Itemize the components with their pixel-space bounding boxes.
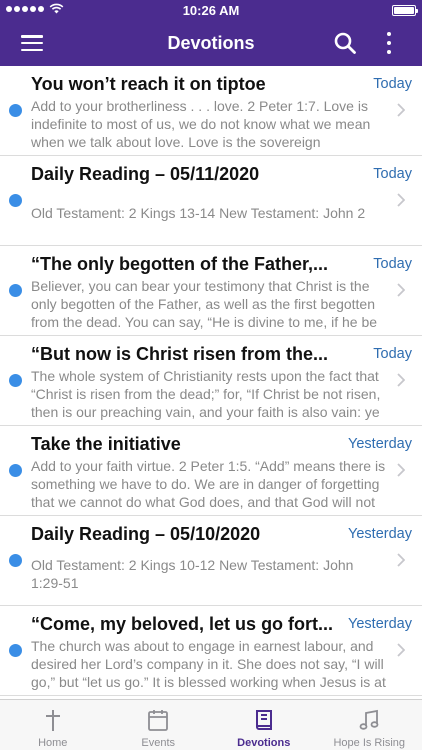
tab-bar: Home Events Devotions Hope Is Rising xyxy=(0,699,422,750)
chevron-right-icon xyxy=(397,193,405,207)
list-item[interactable]: Take the initiative Yesterday Add to you… xyxy=(0,426,422,516)
chevron-right-icon xyxy=(397,553,405,567)
nav-bar: Devotions xyxy=(0,20,422,66)
status-bar: 10:26 AM xyxy=(0,0,422,20)
tab-label: Devotions xyxy=(237,737,291,749)
chevron-right-icon xyxy=(397,643,405,657)
item-title: Daily Reading – 05/11/2020 xyxy=(31,164,260,184)
battery-icon xyxy=(392,5,418,16)
item-excerpt: Old Testament: 2 Kings 13-14 New Testame… xyxy=(31,205,366,221)
unread-dot-icon xyxy=(9,464,22,477)
item-excerpt: Add to your faith virtue. 2 Peter 1:5. “… xyxy=(31,458,386,510)
unread-dot-icon xyxy=(9,644,22,657)
item-date: Yesterday xyxy=(348,436,412,452)
chevron-right-icon xyxy=(397,103,405,117)
music-note-icon xyxy=(359,709,379,730)
unread-dot-icon xyxy=(9,554,22,567)
unread-dot-icon xyxy=(9,374,22,387)
list-item[interactable]: “But now is Christ risen from the... Tod… xyxy=(0,336,422,426)
tab-events[interactable]: Events xyxy=(106,700,212,750)
list-item[interactable]: You won’t reach it on tiptoe Today Add t… xyxy=(0,66,422,156)
list-item[interactable]: Daily Reading – 05/10/2020 Yesterday Old… xyxy=(0,516,422,606)
item-title: You won’t reach it on tiptoe xyxy=(31,74,266,94)
tab-hope-is-rising[interactable]: Hope Is Rising xyxy=(317,700,422,750)
item-date: Yesterday xyxy=(348,526,412,542)
tab-label: Home xyxy=(38,737,68,749)
chevron-right-icon xyxy=(397,463,405,477)
tab-label: Hope Is Rising xyxy=(333,737,406,749)
search-icon[interactable] xyxy=(333,31,357,55)
list-item[interactable]: Daily Reading – 05/11/2020 Today Old Tes… xyxy=(0,156,422,246)
item-date: Today xyxy=(373,346,412,362)
item-title: Take the initiative xyxy=(31,434,181,454)
item-title: “The only begotten of the Father,... xyxy=(31,254,329,274)
item-excerpt: Old Testament: 2 Kings 10-12 New Testame… xyxy=(31,557,354,591)
tab-devotions[interactable]: Devotions xyxy=(211,700,317,750)
status-time: 10:26 AM xyxy=(182,3,240,18)
unread-dot-icon xyxy=(9,104,22,117)
item-date: Yesterday xyxy=(348,616,412,632)
calendar-icon xyxy=(148,710,169,731)
book-icon xyxy=(255,710,272,730)
more-vertical-icon[interactable] xyxy=(382,30,396,56)
cross-icon xyxy=(45,710,60,731)
list-item[interactable]: “Come, my beloved, let us go fort... Yes… xyxy=(0,606,422,696)
item-title: “But now is Christ risen from the... xyxy=(31,344,329,364)
tab-label: Events xyxy=(141,737,176,749)
page-title: Devotions xyxy=(167,33,255,53)
item-excerpt: Add to your brotherliness . . . love. 2 … xyxy=(31,98,371,150)
tab-home[interactable]: Home xyxy=(0,700,106,750)
item-date: Today xyxy=(373,166,412,182)
item-date: Today xyxy=(373,76,412,92)
chevron-right-icon xyxy=(397,283,405,297)
item-excerpt: The church was about to engage in earnes… xyxy=(31,638,386,690)
item-date: Today xyxy=(373,256,412,272)
unread-dot-icon xyxy=(9,194,22,207)
item-title: “Come, my beloved, let us go fort... xyxy=(31,614,334,634)
item-excerpt: The whole system of Christianity rests u… xyxy=(31,368,381,420)
chevron-right-icon xyxy=(397,373,405,387)
list-item[interactable]: “The only begotten of the Father,... Tod… xyxy=(0,246,422,336)
unread-dot-icon xyxy=(9,284,22,297)
item-excerpt: Believer, you can bear your testimony th… xyxy=(31,278,378,330)
devotion-list: You won’t reach it on tiptoe Today Add t… xyxy=(0,66,422,696)
item-title: Daily Reading – 05/10/2020 xyxy=(31,524,261,544)
